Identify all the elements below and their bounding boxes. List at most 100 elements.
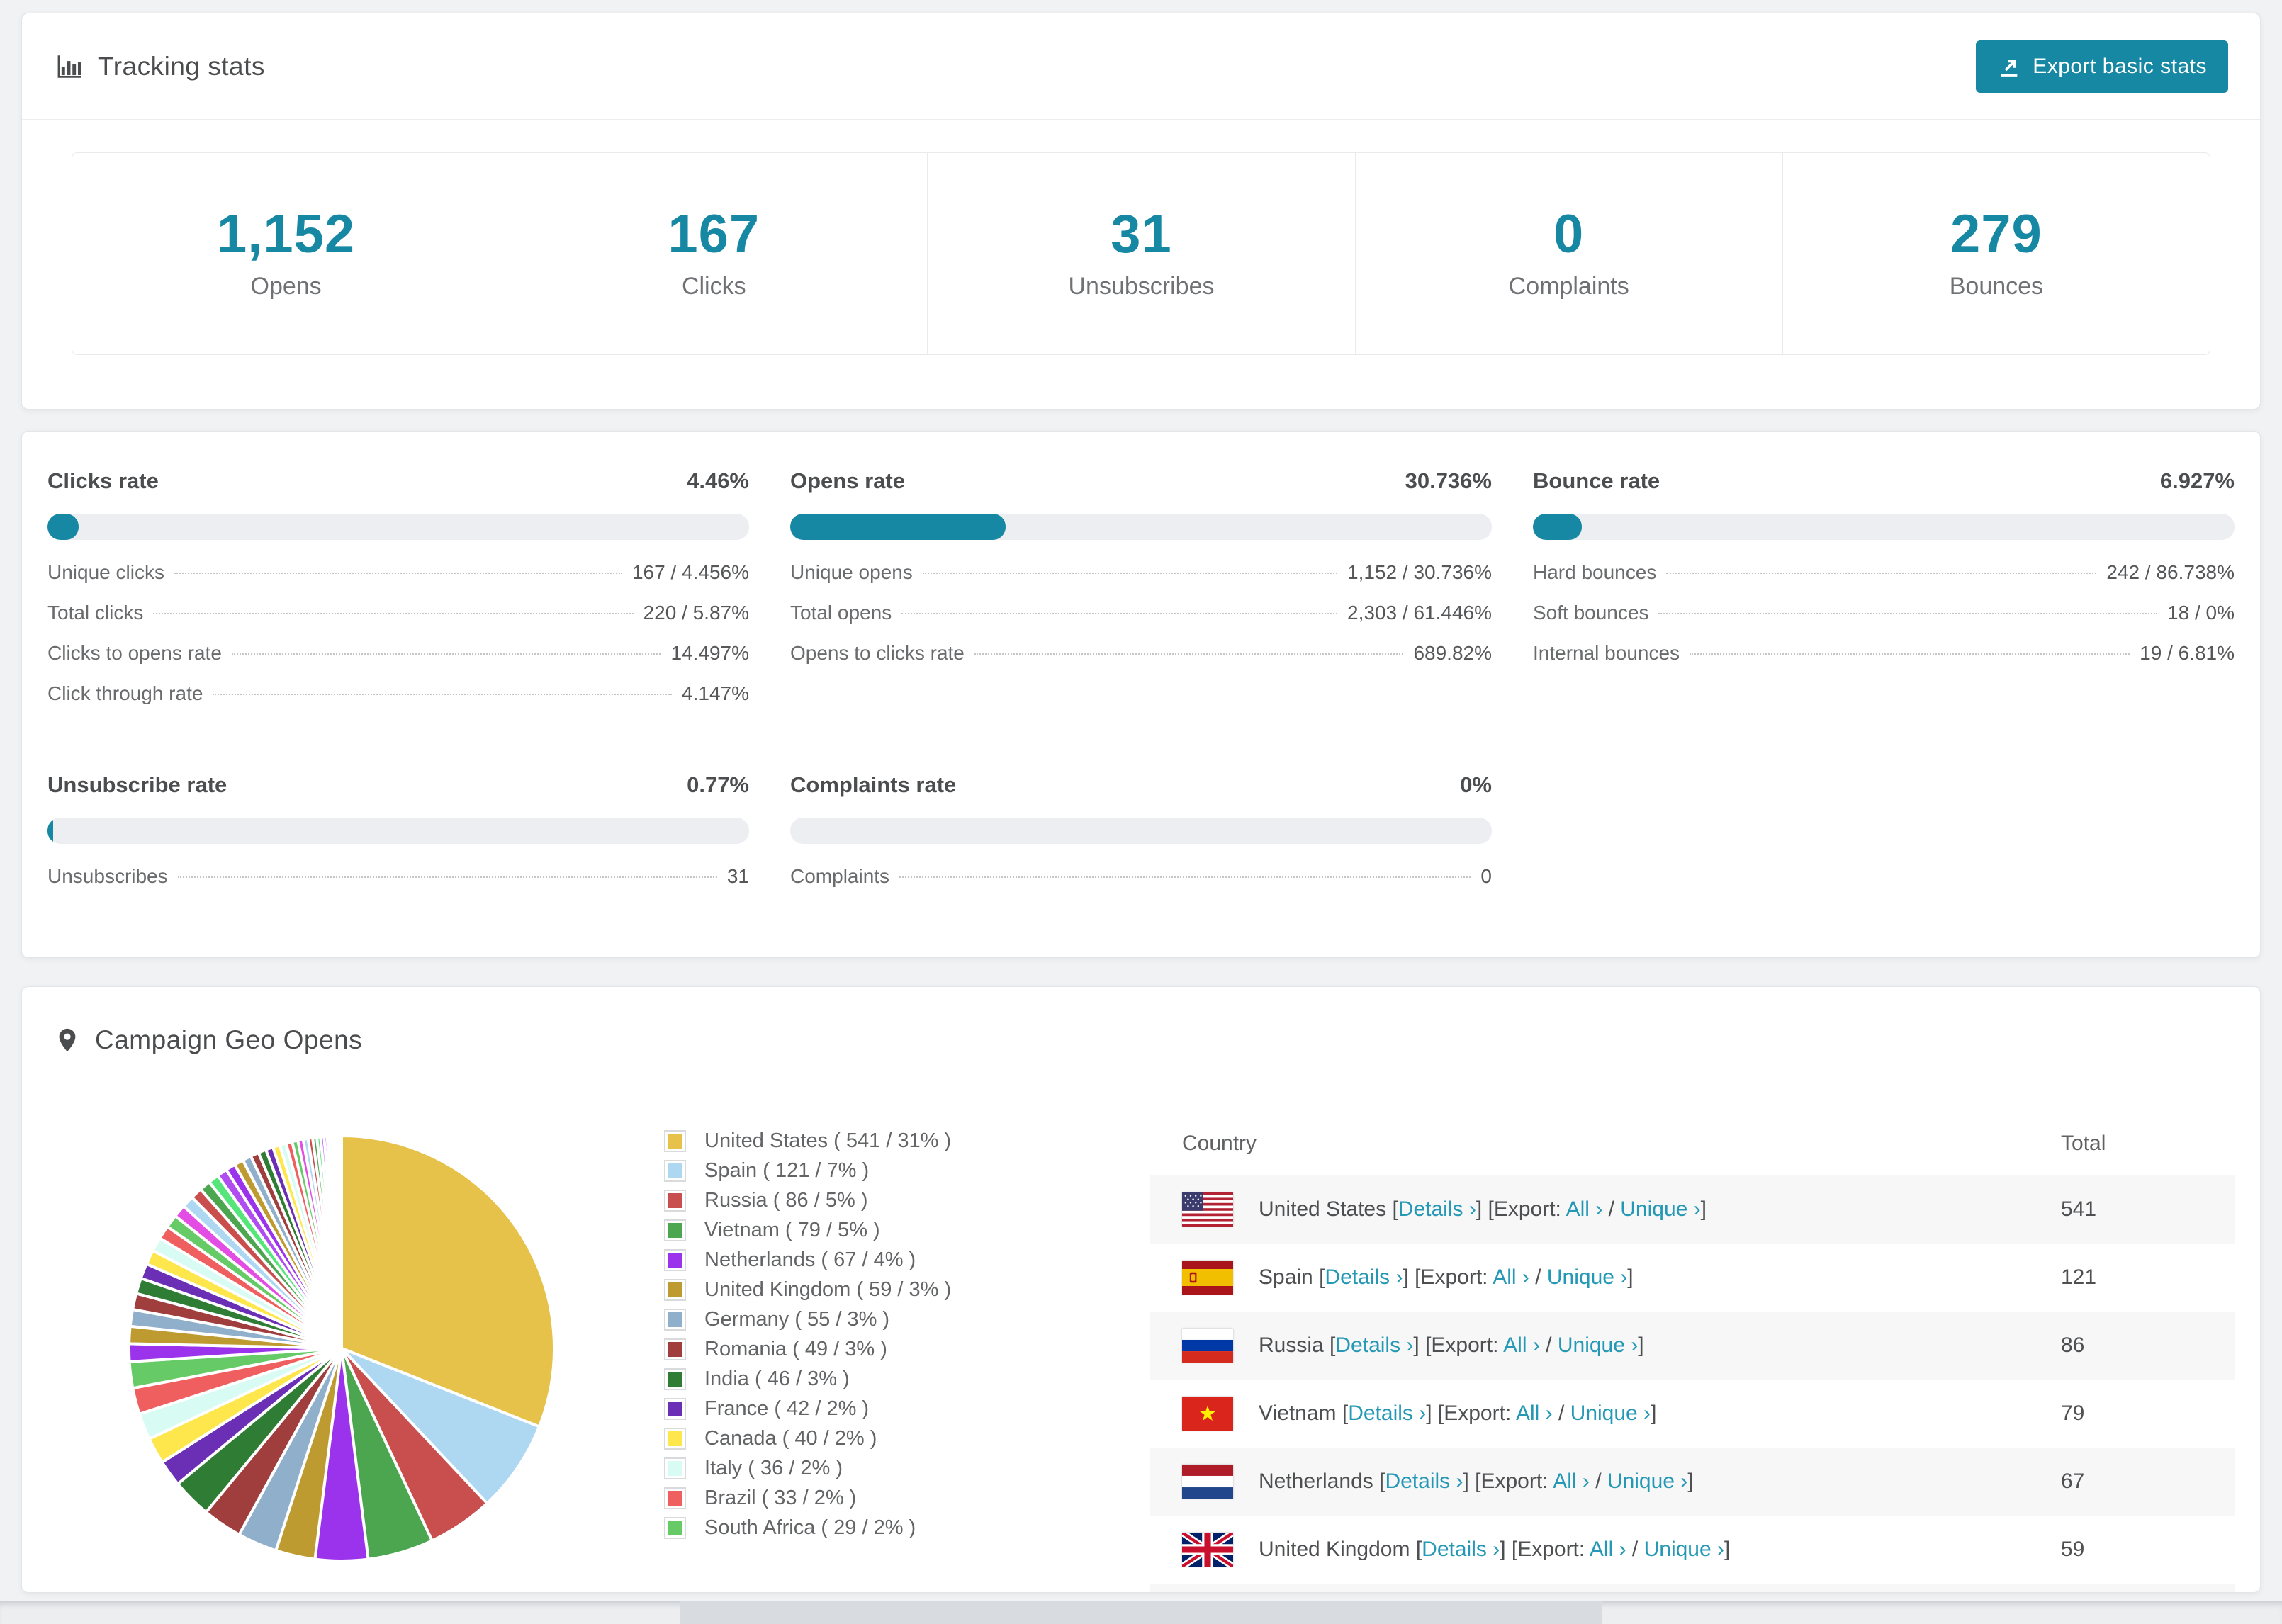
export-unique-link[interactable]: Unique › (1558, 1333, 1638, 1357)
stat-row-label: Total opens (790, 602, 892, 624)
stat-row-label: Hard bounces (1533, 561, 1657, 583)
dotted-leader (899, 876, 1471, 878)
summary-stat-complaints: 0 Complaints (1354, 153, 1782, 354)
country-name: Spain (1259, 1265, 1313, 1289)
opens-rate-progress-track (790, 514, 1492, 540)
geo-table-row-us: United States [Details ›] [Export: All ›… (1150, 1175, 2235, 1244)
dotted-leader (901, 613, 1338, 614)
opens-rate-value: 30.736% (1405, 468, 1492, 493)
geo-table-row-ru: Russia [Details ›] [Export: All › / Uniq… (1150, 1312, 2235, 1380)
export-unique-link[interactable]: Unique › (1620, 1197, 1700, 1221)
legend-label: South Africa ( 29 / 2% ) (704, 1516, 916, 1539)
details-link[interactable]: Details › (1398, 1197, 1476, 1221)
geo-legend: United States ( 541 / 31% ) Spain ( 121 … (636, 1126, 1150, 1592)
dotted-leader (153, 613, 634, 614)
legend-swatch-icon (664, 1278, 686, 1301)
export-button-label: Export basic stats (2033, 54, 2207, 78)
geo-table-row-gb: United Kingdom [Details ›] [Export: All … (1150, 1516, 2235, 1584)
page-title: Tracking stats (98, 51, 265, 81)
summary-stat-clicks: 167 Clicks (500, 153, 927, 354)
legend-label: France ( 42 / 2% ) (704, 1397, 870, 1420)
tracking-stats-header: Tracking stats Export basic stats (22, 13, 2260, 120)
summary-stat-value: 167 (668, 203, 760, 264)
export-all-link[interactable]: All › (1566, 1197, 1603, 1221)
legend-swatch-icon (664, 1248, 686, 1271)
stat-row-value: 18 / 0% (2167, 602, 2235, 624)
flag-vn-icon (1182, 1397, 1233, 1431)
stat-row-value: 4.147% (682, 682, 749, 704)
complaints-rate-section: Complaints rate 0% Complaints 0 (790, 772, 1492, 906)
stat-row-value: 14.497% (670, 642, 749, 664)
legend-item: Russia ( 86 / 5% ) (664, 1185, 1150, 1215)
export-unique-link[interactable]: Unique › (1607, 1470, 1687, 1493)
summary-stat-label: Complaints (1508, 272, 1629, 300)
stat-row-label: Opens to clicks rate (790, 642, 965, 664)
unsubscribe-rate-title: Unsubscribe rate (47, 772, 227, 797)
export-icon (1997, 55, 2021, 79)
stat-row: Clicks to opens rate 14.497% (47, 642, 749, 682)
pie-chart-svg (127, 1134, 556, 1562)
geo-row-country: United Kingdom [Details ›] [Export: All … (1259, 1538, 1731, 1561)
export-basic-stats-button[interactable]: Export basic stats (1976, 40, 2228, 93)
clicks-rate-progress-track (47, 514, 749, 540)
legend-item: Germany ( 55 / 3% ) (664, 1304, 1150, 1334)
stat-row: Total opens 2,303 / 61.446% (790, 602, 1492, 642)
summary-stats-row: 1,152 Opens 167 Clicks 31 Unsubscribes 0… (72, 152, 2210, 355)
export-all-link[interactable]: All › (1553, 1470, 1590, 1493)
clicks-rate-heading: Clicks rate 4.46% (47, 468, 749, 494)
legend-label: Canada ( 40 / 2% ) (704, 1426, 877, 1450)
stat-row: Opens to clicks rate 689.82% (790, 642, 1492, 682)
export-all-link[interactable]: All › (1493, 1265, 1529, 1289)
stat-row: Soft bounces 18 / 0% (1533, 602, 2235, 642)
opens-rate-progress-fill (790, 514, 1006, 540)
legend-swatch-icon (664, 1189, 686, 1212)
complaints-rate-value: 0% (1460, 772, 1492, 797)
details-link[interactable]: Details › (1325, 1265, 1403, 1289)
country-name: United Kingdom (1259, 1538, 1410, 1561)
stat-row-label: Internal bounces (1533, 642, 1680, 664)
legend-item: Italy ( 36 / 2% ) (664, 1453, 1150, 1483)
export-all-link[interactable]: All › (1516, 1402, 1553, 1425)
export-unique-link[interactable]: Unique › (1644, 1538, 1724, 1561)
stat-row: Unique clicks 167 / 4.456% (47, 561, 749, 602)
details-link[interactable]: Details › (1348, 1402, 1426, 1425)
bounce-rate-progress-track (1533, 514, 2235, 540)
geo-row-total: 79 (2061, 1402, 2085, 1425)
geo-table-row-vn: Vietnam [Details ›] [Export: All › / Uni… (1150, 1380, 2235, 1448)
export-all-link[interactable]: All › (1503, 1333, 1540, 1357)
stat-row: Total clicks 220 / 5.87% (47, 602, 749, 642)
stat-row: Unique opens 1,152 / 30.736% (790, 561, 1492, 602)
summary-stat-label: Clicks (681, 272, 746, 300)
legend-item: Canada ( 40 / 2% ) (664, 1423, 1150, 1453)
unsubscribe-rate-progress-track (47, 818, 749, 844)
legend-item: United States ( 541 / 31% ) (664, 1126, 1150, 1156)
summary-stat-bounces: 279 Bounces (1782, 153, 2210, 354)
flag-es-icon (1182, 1261, 1233, 1295)
details-link[interactable]: Details › (1422, 1538, 1500, 1561)
bounce-rate-heading: Bounce rate 6.927% (1533, 468, 2235, 494)
unsubscribe-rate-section: Unsubscribe rate 0.77% Unsubscribes 31 (47, 772, 749, 906)
geo-table: Country Total United States [Details ›] … (1150, 1112, 2235, 1592)
geo-row-total: 59 (2061, 1538, 2085, 1561)
bounce-rate-section: Bounce rate 6.927% Hard bounces 242 / 86… (1533, 468, 2235, 723)
summary-stat-label: Unsubscribes (1068, 272, 1215, 300)
below-fold-strip (0, 1601, 2282, 1624)
export-all-link[interactable]: All › (1590, 1538, 1626, 1561)
geo-row-total: 121 (2061, 1265, 2097, 1289)
export-unique-link[interactable]: Unique › (1570, 1402, 1651, 1425)
details-link[interactable]: Details › (1385, 1470, 1463, 1493)
map-pin-icon (54, 1027, 81, 1054)
geo-card-header: Campaign Geo Opens (22, 987, 2260, 1093)
details-link[interactable]: Details › (1335, 1333, 1413, 1357)
tracking-stats-card: Tracking stats Export basic stats 1,152 … (21, 13, 2261, 410)
legend-swatch-icon (664, 1308, 686, 1331)
stat-row: Complaints 0 (790, 865, 1492, 906)
export-unique-link[interactable]: Unique › (1547, 1265, 1627, 1289)
stat-row-value: 242 / 86.738% (2106, 561, 2235, 583)
legend-item: Brazil ( 33 / 2% ) (664, 1483, 1150, 1513)
clicks-rate-title: Clicks rate (47, 468, 159, 493)
legend-item: Vietnam ( 79 / 5% ) (664, 1215, 1150, 1245)
country-name: United States (1259, 1197, 1387, 1221)
horizontal-scrollbar-thumb[interactable] (680, 1601, 1602, 1624)
summary-stat-value: 0 (1553, 203, 1585, 264)
